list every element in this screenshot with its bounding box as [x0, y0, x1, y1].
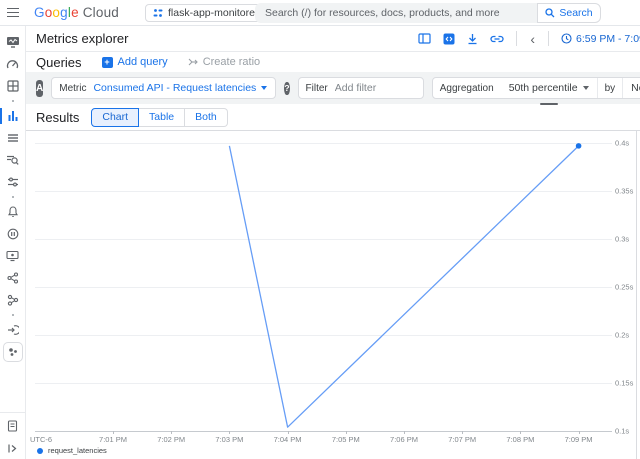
code-editor-toggle-icon[interactable] [443, 33, 455, 45]
sidebar-separator-dot [0, 193, 25, 201]
tune-filters-icon[interactable] [0, 171, 25, 193]
time-range-selector[interactable]: 6:59 PM - 7:09 PM [561, 33, 640, 45]
search-button[interactable]: Search [537, 3, 601, 23]
gauge-dashboard-icon[interactable] [0, 53, 25, 75]
merge-icon [188, 57, 199, 67]
release-doc-icon[interactable] [0, 415, 25, 437]
group-by-value: None [631, 82, 640, 94]
search-icon [545, 8, 555, 18]
header-actions: ‹ 6:59 PM - 7:09 PM [418, 31, 640, 46]
aggregation-dropdown[interactable]: 50th percentile [501, 78, 597, 98]
scrollbar-track[interactable] [636, 131, 637, 459]
aggregation-label: Aggregation [433, 83, 501, 94]
create-ratio-label: Create ratio [203, 56, 260, 68]
help-icon[interactable]: ? [284, 82, 289, 95]
dashboards-icon[interactable] [0, 75, 25, 97]
tab-both[interactable]: Both [185, 108, 228, 127]
share-plus-icon[interactable] [0, 289, 25, 311]
top-app-bar: Google Cloud flask-app-monitored Search [0, 0, 640, 26]
add-query-button[interactable]: + Add query [102, 56, 168, 68]
divider [516, 31, 517, 46]
log-search-icon[interactable] [0, 149, 25, 171]
queries-header: Queries + Add query Create ratio [26, 52, 640, 72]
metric-box: Metric Consumed API - Request latencies [51, 77, 276, 99]
google-logo: Google Cloud [34, 5, 119, 20]
queries-title: Queries [36, 55, 82, 70]
add-icon: + [102, 57, 113, 68]
list-view-icon[interactable] [0, 127, 25, 149]
create-ratio-button[interactable]: Create ratio [188, 56, 260, 68]
project-icon [153, 8, 163, 18]
query-letter-chip[interactable]: A [36, 80, 43, 97]
search-input[interactable] [255, 3, 537, 23]
chevron-down-icon [261, 86, 267, 90]
sidebar-bottom-section [0, 412, 25, 459]
download-icon[interactable] [467, 33, 478, 45]
metric-value: Consumed API - Request latencies [93, 82, 256, 94]
alerting-bell-icon[interactable] [0, 201, 25, 223]
uptime-pause-icon[interactable] [0, 223, 25, 245]
results-bar: Results Chart Table Both [26, 104, 640, 131]
tab-chart[interactable]: Chart [91, 108, 139, 127]
vm-screen-icon[interactable] [0, 245, 25, 267]
login-arrow-icon[interactable] [0, 319, 25, 341]
chart-plot: UTC-6 request_latencies 0.4s0.35s0.3s0.2… [26, 131, 640, 459]
sidebar-separator-dot [0, 311, 25, 319]
query-builder-row: A Metric Consumed API - Request latencie… [26, 72, 640, 104]
sidebar-separator-dot [0, 97, 25, 105]
metric-dropdown[interactable]: Consumed API - Request latencies [93, 82, 275, 94]
book-icon[interactable] [418, 33, 431, 44]
search-button-label: Search [559, 7, 592, 19]
groups-icon[interactable] [0, 341, 25, 363]
link-icon[interactable] [490, 34, 504, 44]
chevron-down-icon [583, 86, 589, 90]
services-hub-icon[interactable] [0, 267, 25, 289]
metric-label: Metric [52, 83, 93, 94]
left-nav-sidebar [0, 26, 26, 459]
aggregation-box: Aggregation 50th percentile by None [432, 77, 640, 99]
filter-box: Filter [298, 77, 424, 99]
menu-icon[interactable] [0, 8, 26, 18]
tab-table[interactable]: Table [139, 108, 185, 127]
chevron-left-icon[interactable]: ‹ [529, 32, 536, 46]
page-header: Metrics explorer ‹ 6:59 PM - 7:09 PM [26, 26, 640, 52]
results-title: Results [36, 110, 79, 125]
line-series-svg [26, 131, 626, 451]
main-content: Metrics explorer ‹ 6:59 PM - 7:09 PM Que… [26, 26, 640, 459]
project-name: flask-app-monitored [168, 7, 261, 19]
filter-input[interactable] [335, 82, 423, 94]
clock-icon [561, 33, 572, 44]
metrics-explorer-icon[interactable] [0, 105, 25, 127]
add-query-label: Add query [118, 56, 168, 68]
filter-label: Filter [299, 83, 335, 94]
page-title: Metrics explorer [36, 31, 128, 46]
by-label: by [598, 83, 623, 94]
monitoring-overview-icon[interactable] [0, 31, 25, 53]
aggregation-underline [540, 103, 558, 105]
aggregation-value: 50th percentile [509, 82, 578, 94]
time-range-text: 6:59 PM - 7:09 PM [576, 33, 640, 45]
results-view-tabs: Chart Table Both [91, 108, 227, 127]
group-by-dropdown[interactable]: None [622, 78, 640, 98]
collapse-panel-icon[interactable] [0, 437, 25, 459]
divider [548, 31, 549, 46]
global-search: Search [255, 3, 601, 23]
